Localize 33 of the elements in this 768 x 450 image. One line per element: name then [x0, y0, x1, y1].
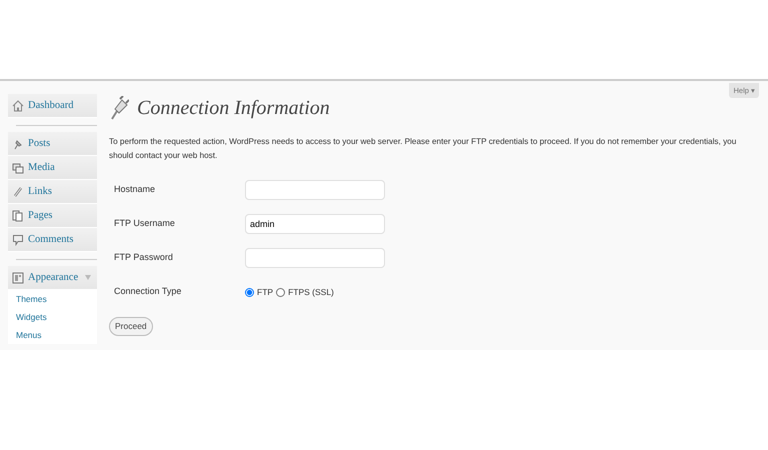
field-label: Connection Type — [113, 285, 182, 298]
menu-item[interactable]: Media — [8, 156, 97, 180]
description-text: To perform the requested action, WordPress needs to access to your web server. Please enter your FTP credentials to proceed. If you do not remember your credentials, you should contact your web host. — [109, 136, 738, 162]
input-field[interactable] — [245, 180, 385, 200]
link-icon — [12, 186, 24, 198]
menu-item[interactable]: Posts — [8, 132, 97, 156]
pin-icon — [12, 138, 24, 150]
house-icon — [12, 100, 24, 112]
menu-item[interactable]: Dashboard — [8, 94, 97, 118]
media-icon — [12, 162, 24, 174]
pages-icon — [12, 210, 24, 222]
radio-label: FTPS (SSL) — [288, 286, 334, 298]
menu-item[interactable]: Pages — [8, 204, 97, 228]
field-label: FTP Password — [113, 251, 174, 264]
submenu-item[interactable]: Themes — [8, 290, 97, 308]
radio-label: FTP — [257, 286, 274, 298]
submenu-item[interactable]: Menus — [8, 326, 97, 344]
plug-icon — [109, 96, 129, 120]
appearance-icon — [12, 272, 24, 284]
proceed-button[interactable]: Proceed — [109, 317, 153, 336]
comment-icon — [12, 234, 24, 246]
input-field[interactable] — [245, 248, 385, 268]
submenu-item[interactable]: Widgets — [8, 308, 97, 326]
menu-item[interactable]: Appearance — [8, 266, 97, 290]
menu-item[interactable]: Comments — [8, 228, 97, 252]
radio-button[interactable] — [245, 288, 254, 296]
menu-item[interactable]: Links — [8, 180, 97, 204]
field-label: FTP Username — [113, 217, 176, 230]
radio-button[interactable] — [276, 288, 286, 296]
page-title: Connection Information — [137, 96, 330, 121]
input-field[interactable]: admin — [245, 214, 385, 234]
caret-icon[interactable] — [85, 275, 91, 280]
field-label: Hostname — [113, 183, 156, 196]
